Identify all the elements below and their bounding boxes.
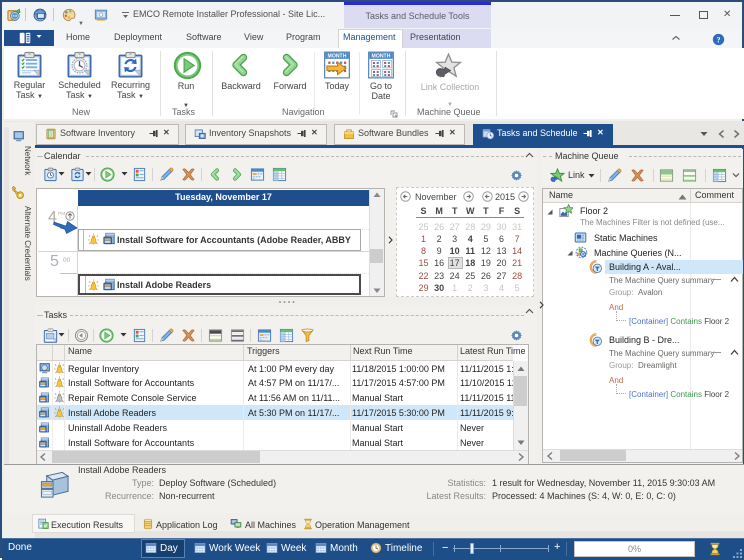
svg-text:?: ?	[716, 35, 720, 44]
svg-text:MONTH: MONTH	[328, 53, 347, 59]
svg-text:MONTH: MONTH	[372, 53, 391, 59]
